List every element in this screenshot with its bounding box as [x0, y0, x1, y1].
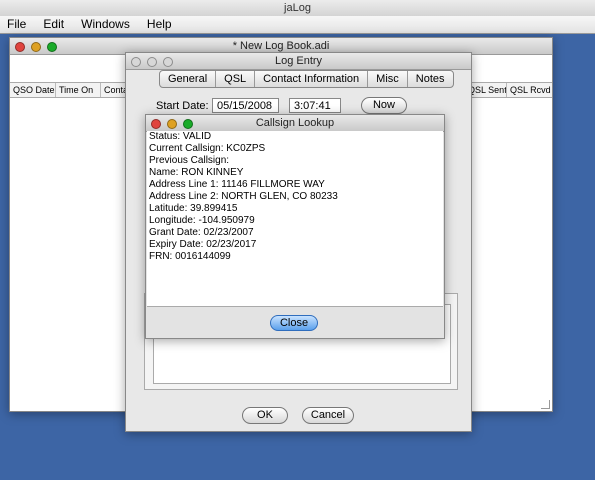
lookup-address-line-1: Address Line 1: 11146 FILLMORE WAY — [149, 179, 325, 190]
app-title-bar: jaLog — [0, 0, 595, 16]
now-button[interactable]: Now — [361, 97, 407, 114]
menu-windows[interactable]: Windows — [74, 16, 137, 33]
close-window-icon[interactable] — [151, 119, 161, 129]
tab-contact-information[interactable]: Contact Information — [255, 71, 369, 87]
resize-grip-icon[interactable] — [541, 400, 550, 409]
lookup-grant-date: Grant Date: 02/23/2007 — [149, 227, 254, 238]
start-time-field[interactable]: 3:07:41 — [289, 98, 341, 113]
lookup-expiry-date: Expiry Date: 02/23/2017 — [149, 239, 257, 250]
zoom-window-icon[interactable] — [183, 119, 194, 129]
lookup-latitude: Latitude: 39.899415 — [149, 203, 238, 214]
lookup-name: Name: RON KINNEY — [149, 167, 244, 178]
close-window-icon[interactable] — [15, 42, 25, 52]
zoom-window-icon[interactable] — [47, 42, 58, 52]
close-window-icon[interactable] — [131, 57, 141, 67]
lookup-results-text[interactable]: Status: VALID Current Callsign: KC0ZPS P… — [147, 131, 443, 307]
lookup-frn: FRN: 0016144099 — [149, 251, 231, 262]
start-date-field[interactable]: 05/15/2008 — [212, 98, 279, 113]
log-entry-tabs: General QSL Contact Information Misc Not… — [159, 70, 454, 88]
menu-bar: File Edit Windows Help — [0, 16, 595, 34]
lookup-current-callsign: Current Callsign: KC0ZPS — [149, 143, 266, 154]
tab-qsl[interactable]: QSL — [216, 71, 256, 87]
ok-button[interactable]: OK — [242, 407, 288, 424]
tab-notes[interactable]: Notes — [408, 71, 453, 87]
window-controls — [15, 41, 60, 57]
tab-general[interactable]: General — [160, 71, 217, 87]
minimize-window-icon[interactable] — [31, 42, 42, 52]
menu-edit[interactable]: Edit — [36, 16, 71, 33]
cancel-button[interactable]: Cancel — [302, 407, 354, 424]
lookup-status: Status: VALID — [149, 131, 212, 142]
callsign-lookup-dialog: Callsign Lookup Status: VALID Current Ca… — [145, 114, 445, 339]
log-entry-titlebar[interactable]: Log Entry — [126, 53, 471, 70]
menu-file[interactable]: File — [0, 16, 33, 33]
close-button[interactable]: Close — [270, 315, 318, 331]
menu-help[interactable]: Help — [140, 16, 179, 33]
start-date-label: Start Date: — [156, 100, 209, 112]
lookup-titlebar[interactable]: Callsign Lookup — [146, 115, 444, 132]
lookup-longitude: Longitude: -104.950979 — [149, 215, 255, 226]
logbook-title: * New Log Book.adi — [232, 40, 330, 52]
column-header-qso-date[interactable]: QSO Date — [10, 83, 56, 97]
tab-misc[interactable]: Misc — [368, 71, 408, 87]
column-header-time-on[interactable]: Time On — [56, 83, 101, 97]
app-title: jaLog — [284, 2, 311, 14]
lookup-previous-callsign: Previous Callsign: — [149, 155, 230, 166]
log-entry-title: Log Entry — [274, 55, 323, 67]
zoom-window-icon[interactable] — [163, 57, 174, 67]
minimize-window-icon[interactable] — [147, 57, 158, 67]
minimize-window-icon[interactable] — [167, 119, 178, 129]
lookup-address-line-2: Address Line 2: NORTH GLEN, CO 80233 — [149, 191, 338, 202]
column-header-qsl-rcvd[interactable]: QSL Rcvd — [507, 83, 551, 97]
lookup-title: Callsign Lookup — [255, 117, 335, 129]
